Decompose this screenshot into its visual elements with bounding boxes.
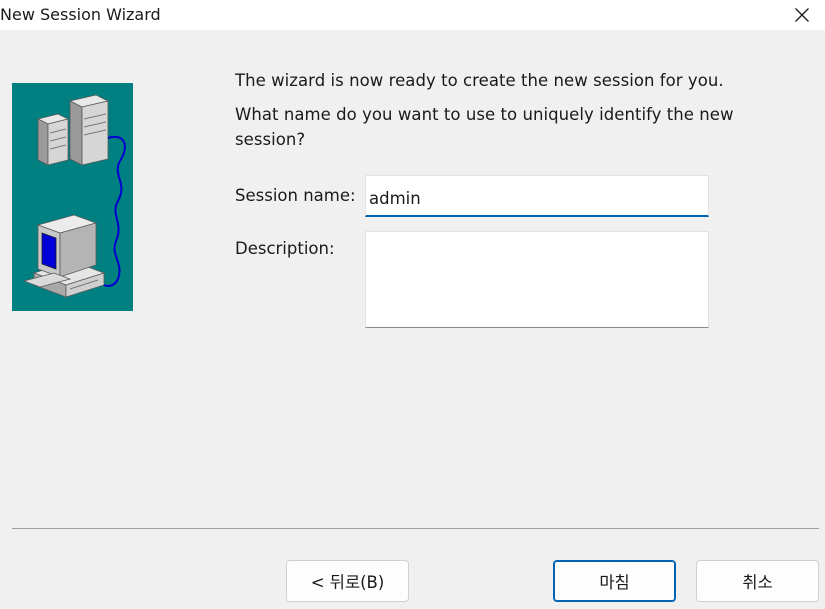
window-title: New Session Wizard	[0, 5, 161, 24]
title-bar: New Session Wizard	[0, 0, 825, 30]
description-label: Description:	[235, 239, 335, 258]
close-icon	[795, 8, 809, 22]
wizard-ready-text: The wizard is now ready to create the ne…	[235, 71, 724, 90]
wizard-prompt-text: What name do you want to use to uniquely…	[235, 105, 734, 124]
session-name-label: Session name:	[235, 186, 356, 205]
finish-button[interactable]: 마침	[553, 560, 676, 602]
cancel-button[interactable]: 취소	[696, 560, 819, 602]
session-name-input[interactable]	[365, 175, 709, 217]
wizard-prompt-text-cont: session?	[235, 130, 306, 149]
wizard-content: The wizard is now ready to create the ne…	[0, 30, 825, 609]
button-divider	[12, 528, 819, 529]
close-button[interactable]	[779, 0, 825, 30]
description-input[interactable]	[365, 231, 709, 328]
back-button[interactable]: < 뒤로(B)	[286, 560, 409, 602]
network-computers-icon	[12, 83, 133, 311]
